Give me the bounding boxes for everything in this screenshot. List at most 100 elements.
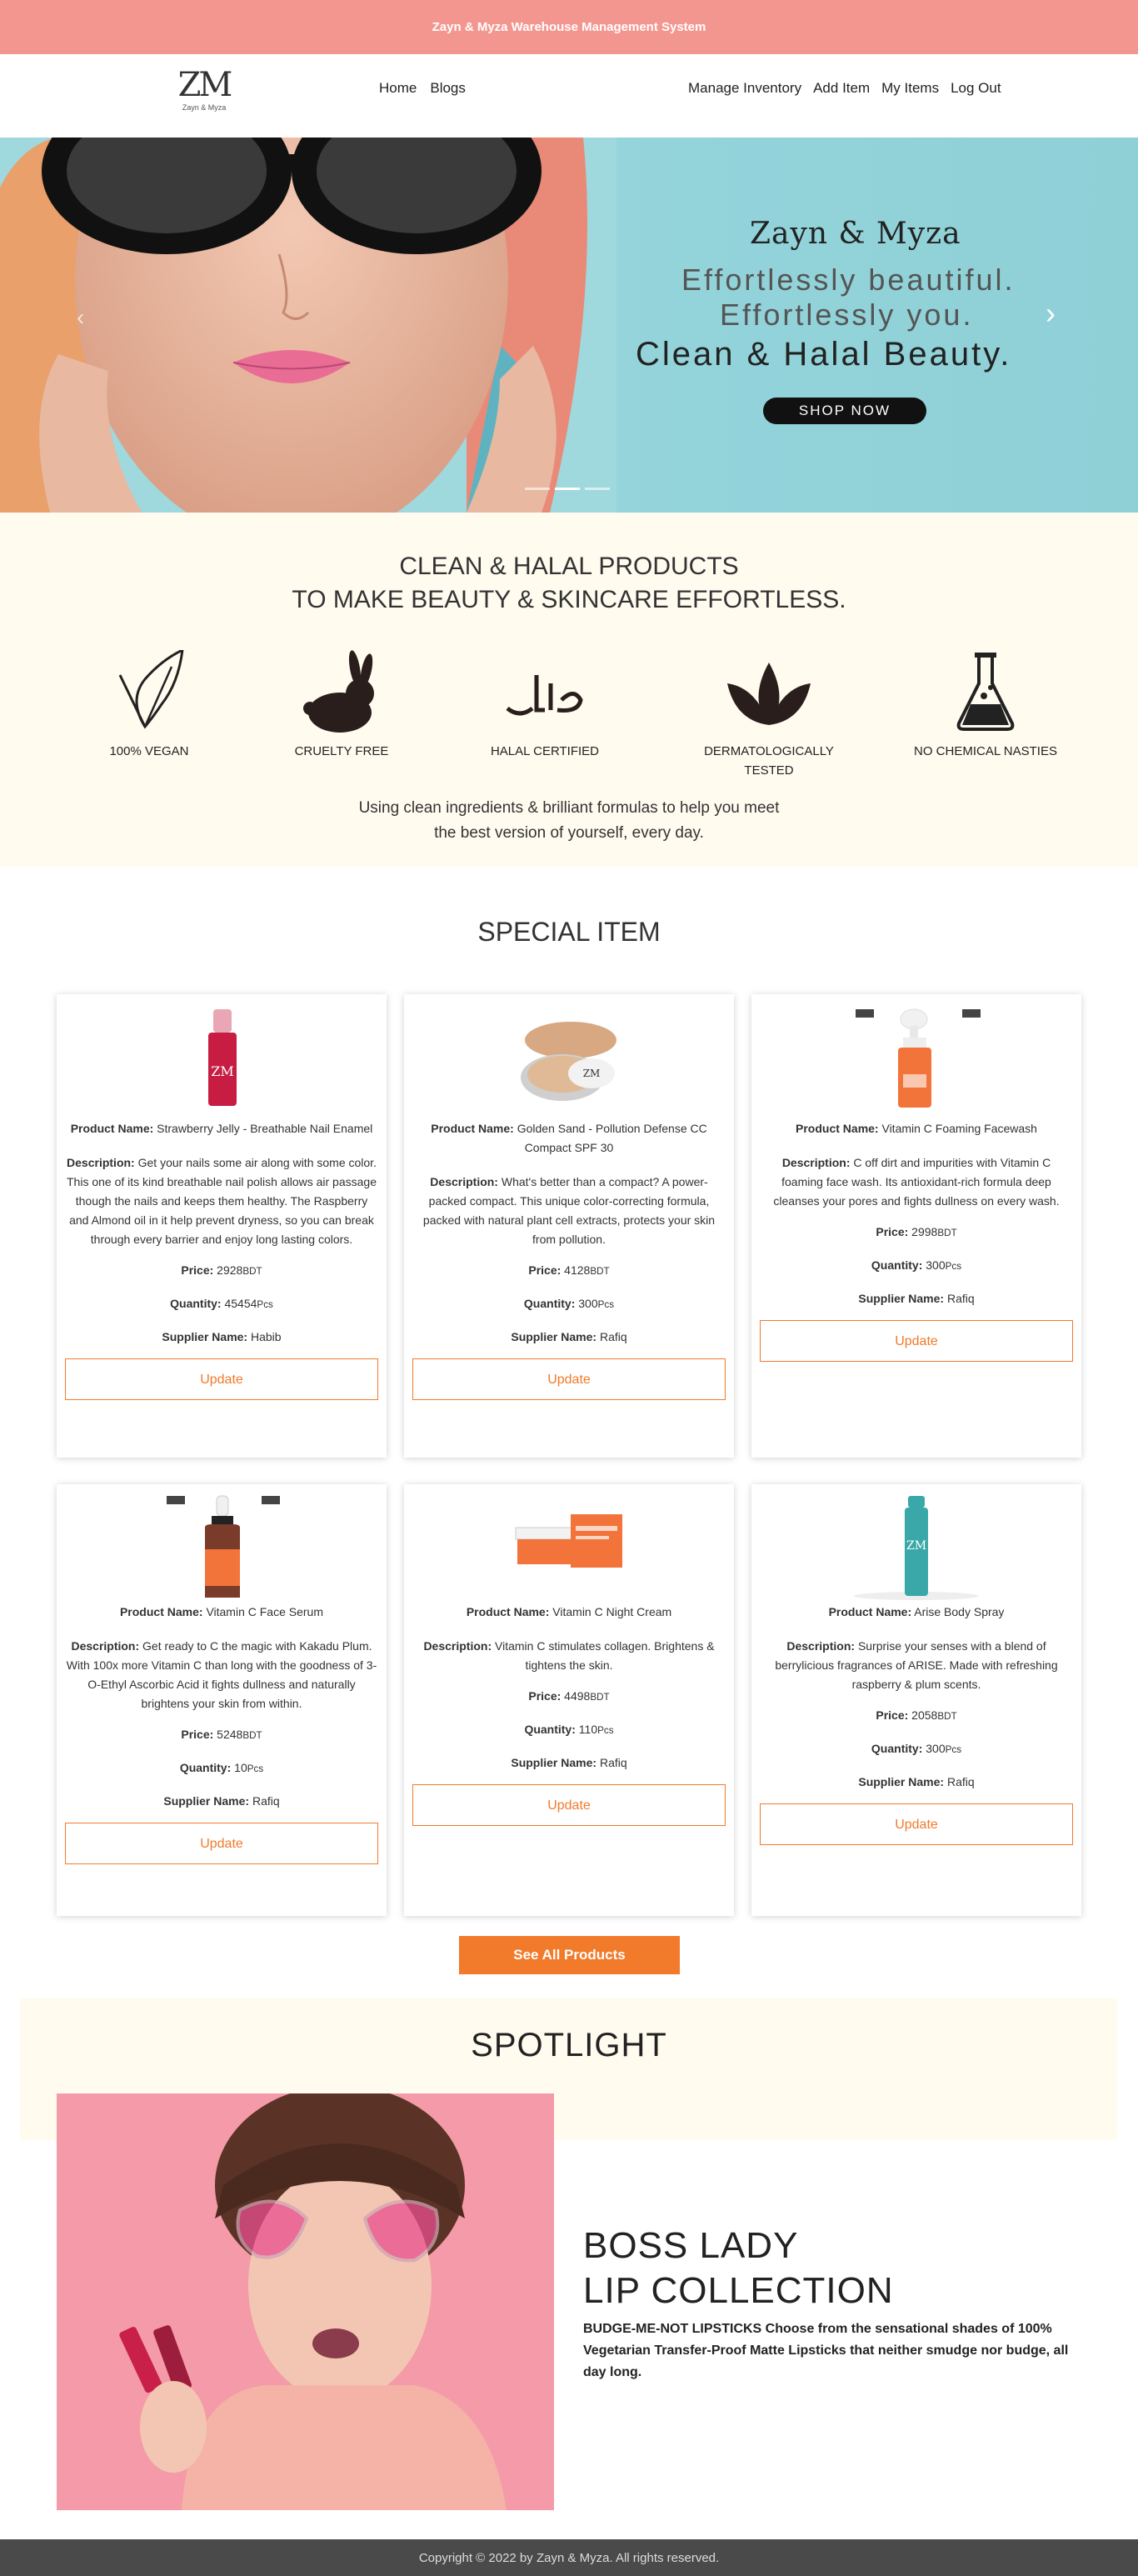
product-supplier: Rafiq xyxy=(599,1330,627,1343)
price-unit: BDT xyxy=(590,1266,610,1277)
update-button[interactable]: Update xyxy=(760,1803,1073,1845)
logo-subtitle: Zayn & Myza xyxy=(182,103,227,112)
product-description: Vitamin C stimulates collagen. Brightens… xyxy=(495,1639,715,1672)
update-button[interactable]: Update xyxy=(760,1320,1073,1362)
label-quantity: Quantity: xyxy=(170,1297,222,1310)
carousel-dot-active[interactable] xyxy=(555,488,580,490)
update-button[interactable]: Update xyxy=(412,1358,726,1400)
feature-label: 100% VEGAN xyxy=(109,744,189,758)
label-quantity: Quantity: xyxy=(524,1723,576,1736)
product-name: Golden Sand - Pollution Defense CC Compa… xyxy=(517,1122,707,1154)
carousel-dot[interactable] xyxy=(585,488,610,490)
qty-unit: Pcs xyxy=(597,1725,614,1736)
facewash-image xyxy=(856,1008,981,1108)
spotlight-heading-line-2: LIP COLLECTION xyxy=(583,2270,894,2311)
label-product-name: Product Name: xyxy=(466,1605,550,1618)
label-supplier: Supplier Name: xyxy=(858,1292,945,1305)
label-description: Description: xyxy=(430,1175,498,1188)
lipstick-model-image xyxy=(57,2093,554,2510)
product-description: Get your nails some air along with some … xyxy=(67,1156,377,1246)
carousel-prev-icon[interactable]: ‹ xyxy=(77,304,84,331)
features-tagline: Using clean ingredients & brilliant form… xyxy=(0,796,1138,846)
qty-unit: Pcs xyxy=(247,1763,264,1774)
hero-carousel: ‹ Zayn & Myza Effortlessly beautiful. Ef… xyxy=(0,138,1138,513)
feature-label: HALAL CERTIFIED xyxy=(490,744,600,758)
nav-right: Manage Inventory Add Item My Items Log O… xyxy=(688,80,1001,97)
svg-text:ZM: ZM xyxy=(583,1068,601,1079)
feature-halal: HALAL CERTIFIED xyxy=(462,650,628,761)
shop-now-button[interactable]: SHOP NOW xyxy=(763,398,926,424)
update-button[interactable]: Update xyxy=(65,1358,378,1400)
price-unit: BDT xyxy=(242,1730,262,1741)
svg-text:ZM: ZM xyxy=(906,1539,926,1553)
nav-add-item[interactable]: Add Item xyxy=(813,80,870,97)
compact-image: ZM xyxy=(521,1022,616,1101)
logo[interactable]: ZM Zayn & Myza xyxy=(177,66,233,112)
label-description: Description: xyxy=(67,1156,135,1169)
product-supplier: Habib xyxy=(251,1330,282,1343)
carousel-next-icon[interactable]: › xyxy=(1046,296,1056,331)
copyright-text: Copyright © 2022 by Zayn & Myza. All rig… xyxy=(418,2550,720,2565)
product-image xyxy=(65,1484,378,1601)
nav-manage-inventory[interactable]: Manage Inventory xyxy=(688,80,801,97)
label-description: Description: xyxy=(71,1639,140,1653)
product-card: ZM Product Name: Golden Sand - Pollution… xyxy=(404,994,734,1458)
qty-unit: Pcs xyxy=(945,1261,962,1272)
top-banner: Zayn & Myza Warehouse Management System xyxy=(0,0,1138,54)
product-card: ZM Product Name: Arise Body Spray Descri… xyxy=(751,1484,1081,1916)
update-button[interactable]: Update xyxy=(412,1784,726,1826)
flask-icon xyxy=(956,653,1015,731)
special-item-title: SPECIAL ITEM xyxy=(477,917,661,947)
hero-brand: Zayn & Myza xyxy=(750,217,961,251)
nav-my-items[interactable]: My Items xyxy=(881,80,939,97)
label-price: Price: xyxy=(181,1728,214,1741)
product-quantity: 10 xyxy=(234,1761,247,1774)
label-product-name: Product Name: xyxy=(828,1605,912,1618)
feature-dermatologically-tested: DERMATOLOGICALLY TESTED xyxy=(686,650,852,780)
label-quantity: Quantity: xyxy=(179,1761,232,1774)
update-button[interactable]: Update xyxy=(65,1823,378,1864)
tagline-line-2: the best version of yourself, every day. xyxy=(434,824,704,842)
features-heading-line-1: CLEAN & HALAL PRODUCTS xyxy=(399,553,739,580)
site-title: Zayn & Myza Warehouse Management System xyxy=(432,20,706,34)
spotlight-description: BUDGE-ME-NOT LIPSTICKS Choose from the s… xyxy=(583,2322,1069,2379)
product-card: Product Name: Vitamin C Night Cream Desc… xyxy=(404,1484,734,1916)
price-unit: BDT xyxy=(937,1711,957,1722)
face-serum-image xyxy=(167,1495,280,1598)
nav-left: Home Blogs xyxy=(379,80,466,97)
night-cream-image xyxy=(515,1514,622,1568)
label-price: Price: xyxy=(876,1708,909,1722)
nav-log-out[interactable]: Log Out xyxy=(951,80,1001,97)
product-quantity: 300 xyxy=(578,1297,598,1310)
product-name: Vitamin C Foaming Facewash xyxy=(881,1122,1037,1135)
product-card: Product Name: Vitamin C Face Serum Descr… xyxy=(57,1484,387,1916)
product-supplier: Rafiq xyxy=(946,1292,975,1305)
product-quantity: 300 xyxy=(926,1258,946,1272)
footer: Copyright © 2022 by Zayn & Myza. All rig… xyxy=(0,2539,1138,2576)
product-supplier: Rafiq xyxy=(252,1794,280,1808)
product-image xyxy=(760,994,1073,1111)
product-price: 2058 xyxy=(911,1708,938,1722)
label-price: Price: xyxy=(876,1225,909,1238)
feature-no-chemicals: NO CHEMICAL NASTIES xyxy=(902,650,1069,761)
nav-blogs[interactable]: Blogs xyxy=(430,80,466,97)
feature-label: CRUELTY FREE xyxy=(294,744,389,758)
lotus-icon xyxy=(727,663,811,725)
product-name: Arise Body Spray xyxy=(914,1605,1005,1618)
label-description: Description: xyxy=(423,1639,492,1653)
product-card: Product Name: Vitamin C Foaming Facewash… xyxy=(751,994,1081,1458)
spotlight-image xyxy=(57,2093,554,2510)
feature-vegan: 100% VEGAN xyxy=(66,650,232,761)
label-quantity: Quantity: xyxy=(871,1258,923,1272)
see-all-products-button[interactable]: See All Products xyxy=(459,1936,680,1974)
halal-icon xyxy=(506,675,583,716)
logo-mark: ZM xyxy=(177,66,233,104)
qty-unit: Pcs xyxy=(945,1744,962,1755)
leaf-icon xyxy=(118,650,184,729)
carousel-dot[interactable] xyxy=(525,488,550,490)
qty-unit: Pcs xyxy=(597,1299,615,1310)
nav-home[interactable]: Home xyxy=(379,80,417,97)
label-product-name: Product Name: xyxy=(796,1122,879,1135)
label-supplier: Supplier Name: xyxy=(511,1756,597,1769)
label-price: Price: xyxy=(528,1689,562,1703)
